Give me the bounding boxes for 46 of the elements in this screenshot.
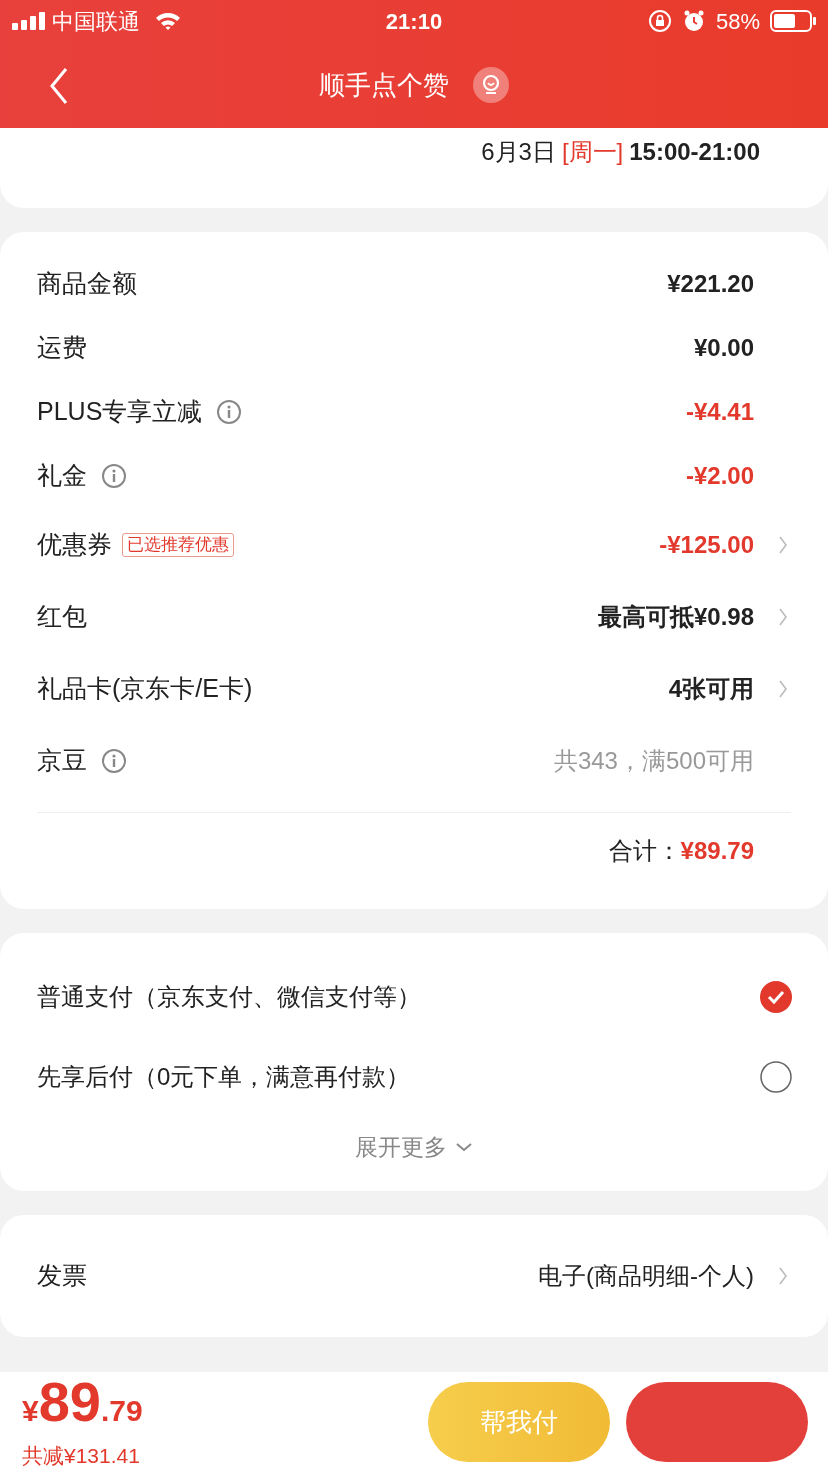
battery-icon bbox=[770, 10, 816, 32]
battery-percent: 58% bbox=[715, 7, 760, 36]
invoice-value: 电子(商品明细-个人) bbox=[538, 1261, 754, 1291]
status-time: 21:10 bbox=[384, 7, 444, 36]
row-label: 运费 bbox=[37, 332, 87, 364]
row-value: -¥2.00 bbox=[685, 461, 754, 491]
page-title: 顺手点个赞 bbox=[319, 68, 449, 102]
delivery-weekday: [周一] bbox=[561, 137, 624, 167]
row-value: 4张可用 bbox=[668, 674, 754, 704]
row-label: 优惠券 bbox=[37, 529, 112, 561]
delivery-date: 6月3日 bbox=[481, 137, 556, 167]
radio-icon[interactable] bbox=[760, 1061, 792, 1093]
info-icon bbox=[101, 748, 127, 774]
row-value: 共343，满500可用 bbox=[553, 746, 754, 776]
expand-more-button[interactable]: 展开更多 bbox=[355, 1129, 473, 1165]
row-value: ¥221.20 bbox=[667, 269, 754, 299]
row-label: 红包 bbox=[37, 601, 87, 633]
info-icon bbox=[216, 399, 243, 425]
payment-option[interactable]: 先享后付（0元下单，满意再付款） bbox=[37, 1059, 760, 1095]
wifi-icon bbox=[154, 11, 182, 31]
info-icon bbox=[101, 463, 127, 489]
checked-radio-icon[interactable] bbox=[760, 981, 792, 1013]
row-label: 礼金 bbox=[37, 460, 87, 492]
mini-program-icon[interactable] bbox=[473, 67, 509, 103]
total-price: ¥89.79 bbox=[22, 1375, 144, 1435]
signal-icon bbox=[12, 12, 46, 30]
payment-option[interactable]: 普通支付（京东支付、微信支付等） bbox=[37, 979, 760, 1015]
row-value: ¥0.00 bbox=[693, 333, 754, 363]
row-value: 最高可抵¥0.98 bbox=[597, 602, 754, 632]
row-value: -¥4.41 bbox=[685, 397, 754, 427]
carrier-name: 中国联通 bbox=[52, 7, 140, 36]
total-value: ¥89.79 bbox=[680, 836, 754, 866]
delivery-time: 15:00-21:00 bbox=[629, 137, 760, 167]
total-label: 合计： bbox=[608, 836, 681, 866]
invoice-label: 发票 bbox=[37, 1260, 88, 1292]
chevron-down-icon bbox=[455, 1142, 473, 1152]
back-icon[interactable] bbox=[48, 66, 70, 106]
row-label: 京豆 bbox=[37, 745, 87, 777]
rotation-lock-icon bbox=[647, 9, 672, 33]
invoice-card[interactable]: 发票 电子(商品明细-个人) bbox=[0, 1215, 828, 1337]
saved-amount: 共减¥131.41 bbox=[22, 1443, 141, 1469]
row-label: 商品金额 bbox=[37, 268, 137, 300]
row-value: -¥125.00 bbox=[659, 530, 754, 560]
row-label: 礼品卡(京东卡/E卡) bbox=[37, 673, 253, 705]
row-label: PLUS专享立减 bbox=[37, 396, 203, 428]
recommended-tag: 已选推荐优惠 bbox=[122, 533, 234, 557]
